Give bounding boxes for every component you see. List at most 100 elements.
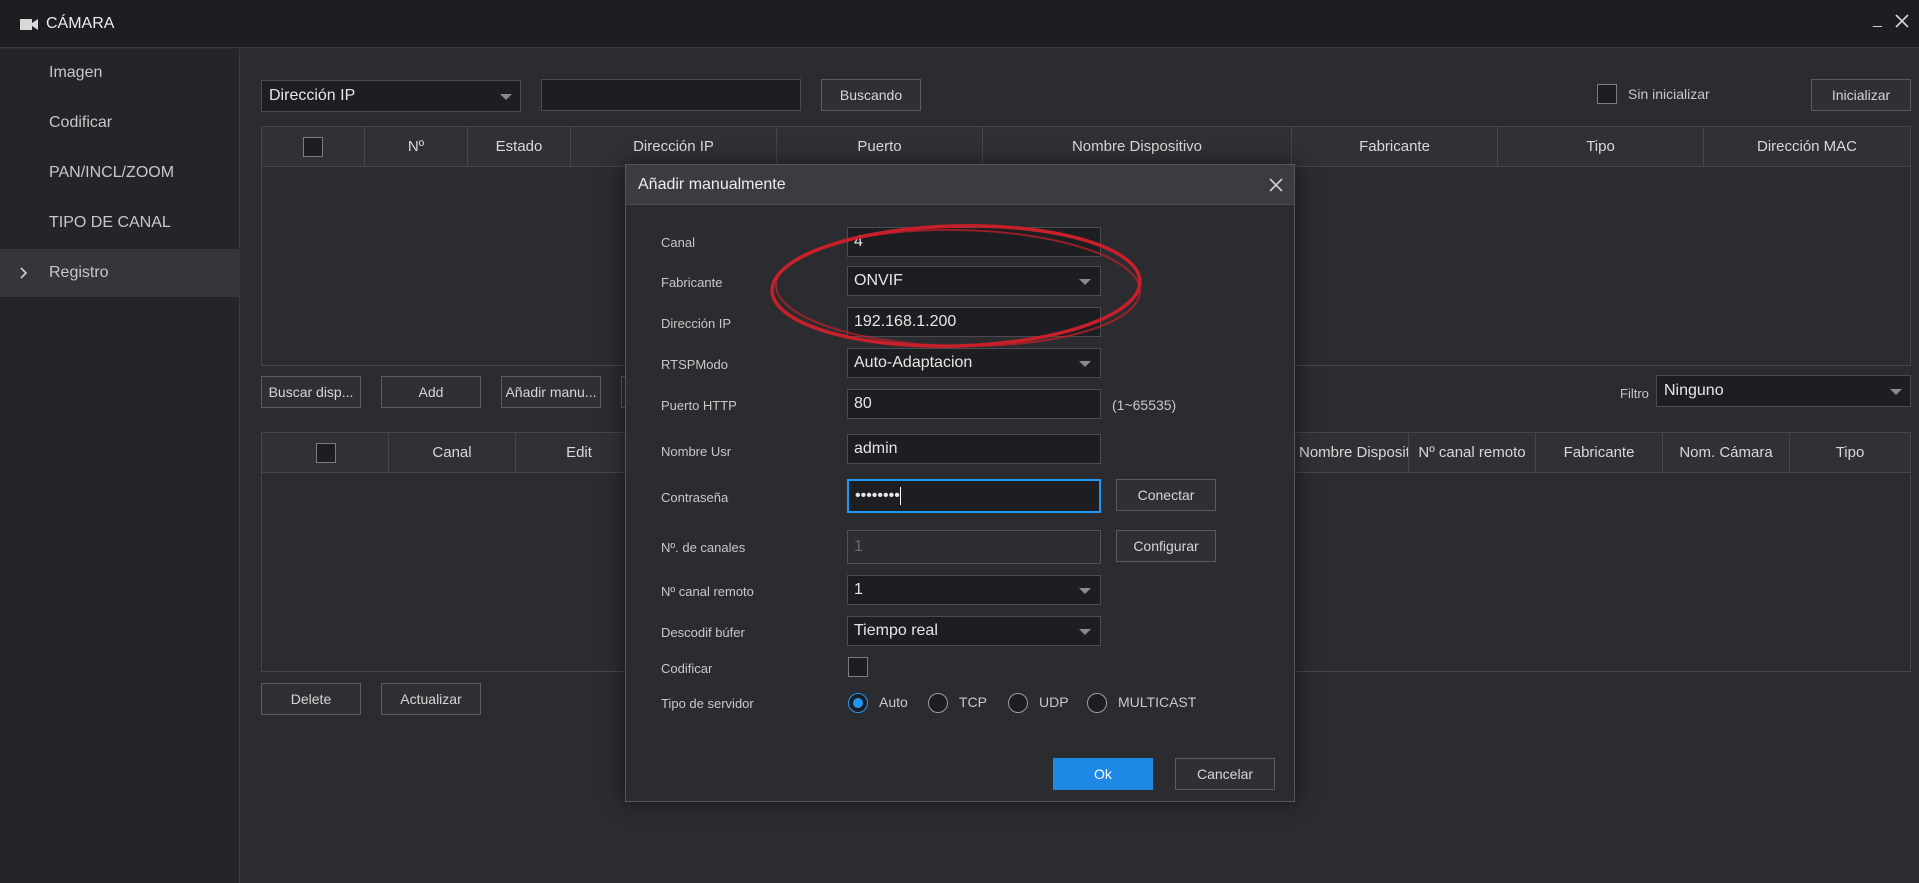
ok-button[interactable]: Ok xyxy=(1053,758,1153,790)
remote-channel-value: 1 xyxy=(854,581,863,598)
http-port-label: Puerto HTTP xyxy=(661,398,737,413)
refresh-button[interactable]: Actualizar xyxy=(381,683,481,715)
column-header[interactable]: Canal xyxy=(389,433,516,473)
password-label: Contraseña xyxy=(661,490,729,505)
add-button[interactable]: Add xyxy=(381,376,481,408)
connect-button[interactable]: Conectar xyxy=(1116,479,1216,511)
filter-value: Ninguno xyxy=(1664,382,1724,399)
fabricante-label: Fabricante xyxy=(661,275,723,290)
fabricante-select[interactable]: ONVIF xyxy=(847,266,1101,296)
sidebar: Imagen Codificar PAN/INCL/ZOOM TIPO DE C… xyxy=(0,49,240,883)
manual-add-dialog: Añadir manualmente Canal 4 Fabricante ON… xyxy=(625,164,1295,802)
title-bar: CÁMARA _ xyxy=(0,0,1919,48)
select-all-checkbox[interactable] xyxy=(303,137,323,157)
close-icon[interactable] xyxy=(1893,12,1911,30)
close-icon[interactable] xyxy=(1268,177,1284,193)
server-type-multicast-label: MULTICAST xyxy=(1118,694,1197,710)
canal-label: Canal xyxy=(661,235,695,250)
sidebar-item-tipo-de-canal[interactable]: TIPO DE CANAL xyxy=(0,199,240,247)
search-devices-button[interactable]: Buscar disp... xyxy=(261,376,361,408)
table-header: Nº Estado Dirección IP Puerto Nombre Dis… xyxy=(262,127,1910,167)
encode-label: Codificar xyxy=(661,661,713,676)
search-button[interactable]: Buscando xyxy=(821,79,921,111)
column-header[interactable]: Edit xyxy=(516,433,643,473)
column-header[interactable]: Tipo xyxy=(1790,433,1910,473)
chevron-right-icon xyxy=(20,267,28,279)
select-all-checkbox[interactable] xyxy=(316,443,336,463)
username-field[interactable]: admin xyxy=(847,434,1101,464)
sidebar-item-registro[interactable]: Registro xyxy=(0,249,240,297)
fabricante-value: ONVIF xyxy=(854,272,903,289)
canal-field[interactable]: 4 xyxy=(847,227,1101,257)
ip-field[interactable]: 192.168.1.200 xyxy=(847,307,1101,337)
chevron-down-icon xyxy=(1079,588,1091,594)
decode-buffer-label: Descodif búfer xyxy=(661,625,745,640)
rtsp-mode-select[interactable]: Auto-Adaptacion xyxy=(847,348,1101,378)
filter-label: Filtro xyxy=(1620,386,1649,401)
remote-channel-label: Nº canal remoto xyxy=(661,584,754,599)
delete-button[interactable]: Delete xyxy=(261,683,361,715)
password-field[interactable]: •••••••• xyxy=(847,479,1101,513)
column-header[interactable]: Dirección IP xyxy=(571,127,777,167)
minimize-button[interactable]: _ xyxy=(1873,11,1889,31)
decode-buffer-select[interactable]: Tiempo real xyxy=(847,616,1101,646)
window-title: CÁMARA xyxy=(46,15,115,32)
filter-select[interactable]: Ninguno xyxy=(1656,375,1911,407)
chevron-down-icon xyxy=(1079,629,1091,635)
column-header[interactable]: Nº canal remoto xyxy=(1409,433,1536,473)
rtsp-mode-value: Auto-Adaptacion xyxy=(854,354,973,371)
column-header[interactable]: Dirección MAC xyxy=(1704,127,1910,167)
header-select-all xyxy=(262,127,365,167)
server-type-udp-label: UDP xyxy=(1039,694,1069,710)
encode-checkbox[interactable] xyxy=(848,657,868,677)
uninitialized-checkbox[interactable] xyxy=(1597,84,1617,104)
decode-buffer-value: Tiempo real xyxy=(854,622,938,639)
remote-channel-select[interactable]: 1 xyxy=(847,575,1101,605)
configure-button[interactable]: Configurar xyxy=(1116,530,1216,562)
sidebar-item-label: Codificar xyxy=(49,114,113,131)
server-type-auto-label: Auto xyxy=(879,694,908,710)
server-type-tcp-label: TCP xyxy=(959,694,987,710)
cancel-button[interactable]: Cancelar xyxy=(1175,758,1275,790)
user-label: Nombre Usr xyxy=(661,444,732,459)
rtsp-label: RTSPModo xyxy=(661,357,728,372)
dialog-title: Añadir manualmente xyxy=(638,176,786,193)
header-select-all xyxy=(262,433,389,473)
chevron-down-icon xyxy=(1079,279,1091,285)
server-type-tcp-radio[interactable] xyxy=(928,693,948,713)
column-header[interactable]: Tipo xyxy=(1498,127,1704,167)
server-type-auto-radio[interactable] xyxy=(848,693,868,713)
search-type-select[interactable]: Dirección IP xyxy=(261,80,521,112)
channels-label: Nº. de canales xyxy=(661,540,746,555)
manual-add-button[interactable]: Añadir manu... xyxy=(501,376,601,408)
sidebar-item-ptz[interactable]: PAN/INCL/ZOOM xyxy=(0,149,240,197)
chevron-down-icon xyxy=(500,94,512,100)
column-header[interactable]: Nº xyxy=(365,127,468,167)
server-type-multicast-radio[interactable] xyxy=(1087,693,1107,713)
http-port-field[interactable]: 80 xyxy=(847,389,1101,419)
column-header[interactable]: Estado xyxy=(468,127,571,167)
chevron-down-icon xyxy=(1079,361,1091,367)
password-value: •••••••• xyxy=(855,487,900,504)
uninitialized-label: Sin inicializar xyxy=(1628,86,1710,102)
column-header[interactable]: Fabricante xyxy=(1536,433,1663,473)
column-header[interactable]: Nom. Cámara xyxy=(1663,433,1790,473)
search-input[interactable] xyxy=(541,79,801,111)
server-type-label: Tipo de servidor xyxy=(661,696,754,711)
search-type-value: Dirección IP xyxy=(269,87,356,104)
sidebar-item-codificar[interactable]: Codificar xyxy=(0,99,240,147)
column-header[interactable]: Nombre Dispositivo xyxy=(1299,433,1409,473)
server-type-udp-radio[interactable] xyxy=(1008,693,1028,713)
column-header[interactable]: Nombre Dispositivo xyxy=(983,127,1292,167)
http-port-range-hint: (1~65535) xyxy=(1112,397,1177,413)
sidebar-item-label: PAN/INCL/ZOOM xyxy=(49,164,175,181)
sidebar-item-imagen[interactable]: Imagen xyxy=(0,49,240,97)
text-cursor xyxy=(899,486,901,505)
initialize-button[interactable]: Inicializar xyxy=(1811,79,1911,111)
sidebar-item-label: Registro xyxy=(49,264,109,281)
dialog-header: Añadir manualmente xyxy=(626,165,1294,205)
sidebar-item-label: Imagen xyxy=(49,64,103,81)
column-header[interactable]: Puerto xyxy=(777,127,983,167)
camera-icon xyxy=(20,19,38,30)
column-header[interactable]: Fabricante xyxy=(1292,127,1498,167)
